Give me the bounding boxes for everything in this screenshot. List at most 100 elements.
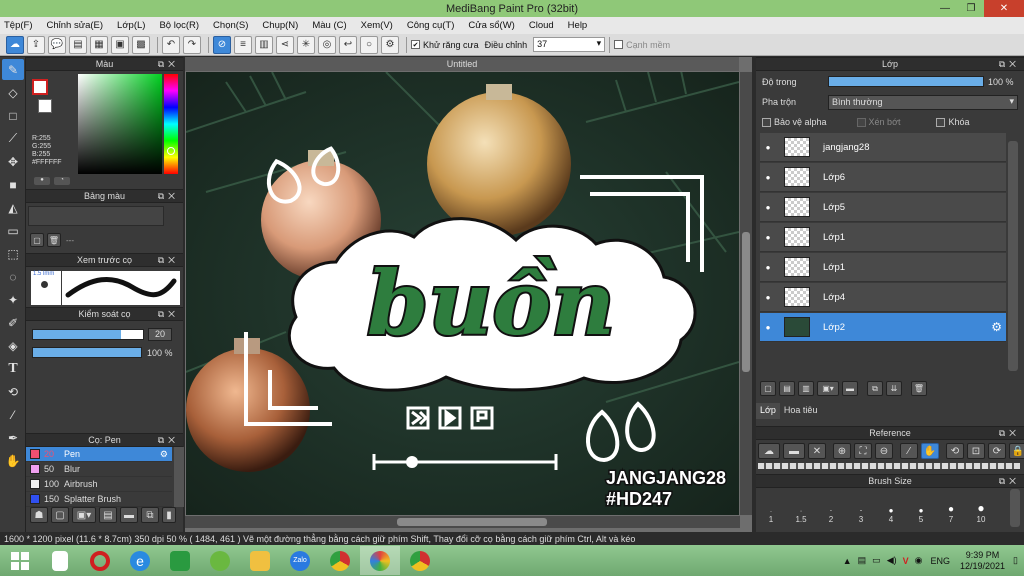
layer-row[interactable]: ● Lớp5 [760, 193, 1006, 222]
eye-icon[interactable]: ● [760, 293, 776, 302]
snap-grid-icon[interactable]: ▥ [255, 35, 273, 54]
adjust-select[interactable]: 37 [533, 37, 606, 52]
brush-item-splatter[interactable]: 150 Splatter Brush [26, 492, 172, 507]
store-icon[interactable] [160, 546, 200, 575]
foreground-color-swatch[interactable] [32, 79, 48, 95]
coccoc-icon[interactable] [200, 546, 240, 575]
tray-up-icon[interactable]: ▲ [843, 556, 852, 566]
snap-vanish-icon[interactable]: ⋖ [276, 35, 294, 54]
windows-start-icon[interactable] [0, 546, 40, 575]
menu-edit[interactable]: Chỉnh sửa(E) [47, 20, 104, 31]
menu-help[interactable]: Help [568, 20, 588, 31]
delete-layer-icon[interactable]: 🗑 [911, 381, 927, 396]
menu-cloud[interactable]: Cloud [529, 20, 554, 31]
move-tool-icon[interactable]: ✥ [2, 151, 24, 172]
brush-size-cell[interactable]: · 3 [846, 487, 876, 527]
folder-icon[interactable]: ▬ [842, 381, 858, 396]
brush-size-cell[interactable]: ● 10 [966, 487, 996, 527]
panel-controls-icon[interactable]: ⧉✕ [158, 191, 179, 202]
select-eraser-tool-icon[interactable]: ◈ [2, 335, 24, 356]
text-tool-icon[interactable]: T [2, 358, 24, 379]
language-indicator[interactable]: ENG [930, 556, 950, 566]
background-color-swatch[interactable] [38, 99, 52, 113]
panel-controls-icon[interactable]: ⧉✕ [999, 59, 1020, 70]
gear-icon[interactable]: ⚙ [991, 320, 1002, 334]
eyedropper-tool-icon[interactable]: ⁄ [2, 404, 24, 425]
snap-off-icon[interactable]: ⊘ [213, 35, 231, 54]
saturation-value-picker[interactable] [78, 74, 162, 174]
layer-row[interactable]: ● Lớp6 [760, 163, 1006, 192]
vietkey-icon[interactable]: V [903, 556, 909, 566]
battery-icon[interactable]: ▭ [872, 555, 881, 566]
delete-palette-icon[interactable]: 🗑 [47, 233, 61, 247]
soft-edge-checkbox[interactable] [614, 40, 624, 49]
page-icon[interactable]: ▤ [69, 35, 87, 54]
brush-size-cell[interactable]: ● 5 [906, 487, 936, 527]
menu-color[interactable]: Màu (C) [312, 20, 346, 31]
panel-controls-icon[interactable]: ⧉✕ [158, 255, 179, 266]
clock[interactable]: 9:39 PM 12/19/2021 [960, 550, 1005, 572]
hand-tool-icon[interactable]: ✋ [2, 450, 24, 471]
notification-icon[interactable]: ▯ [1013, 555, 1018, 566]
brush-size-cell[interactable]: · 1.5 [786, 487, 816, 527]
eye-icon[interactable]: ● [760, 143, 776, 152]
layer-add-menu-icon[interactable]: ▣▾ [817, 381, 839, 396]
operation-tool-icon[interactable]: ⟲ [2, 381, 24, 402]
internet-explorer-icon[interactable]: e [120, 546, 160, 575]
brush-list-scrollbar[interactable] [174, 447, 184, 507]
undo-icon[interactable]: ↶ [162, 35, 180, 54]
layer-row[interactable]: ● Lớp1 [760, 253, 1006, 282]
zalo-icon[interactable]: Zalo [280, 546, 320, 575]
horizontal-scrollbar[interactable] [185, 516, 740, 528]
eye-icon[interactable]: ● [760, 263, 776, 272]
eraser-tool-icon[interactable]: ◇ [2, 82, 24, 103]
new-color-layer-icon[interactable]: ▥ [798, 381, 814, 396]
hue-slider[interactable] [164, 74, 178, 174]
layer-row-selected[interactable]: ● Lớp2 ⚙ [760, 313, 1006, 342]
menu-layer[interactable]: Lớp(L) [117, 20, 145, 31]
fit-icon[interactable]: ⛶ [854, 443, 872, 459]
settings-icon[interactable]: ⚙ [381, 35, 399, 54]
menu-select[interactable]: Chọn(S) [213, 20, 248, 31]
horizontal-scroll-thumb[interactable] [397, 518, 547, 526]
redo-icon[interactable]: ↷ [183, 35, 201, 54]
menu-view[interactable]: Xem(V) [361, 20, 393, 31]
medibang-taskbar-icon[interactable] [360, 546, 400, 575]
eye-icon[interactable]: ● [760, 323, 776, 332]
cloud-download-icon[interactable]: ☁ [758, 443, 780, 459]
snap-ring-icon[interactable]: ○ [360, 35, 378, 54]
share-icon[interactable]: ⇪ [27, 35, 45, 54]
file-icon[interactable] [40, 546, 80, 575]
vertical-scroll-thumb[interactable] [742, 232, 750, 372]
brush-item-airbrush[interactable]: 100 Airbrush [26, 477, 172, 492]
add-brush-icon[interactable]: ☗ [30, 507, 48, 523]
hand-icon[interactable]: ✋ [921, 443, 939, 459]
eye-icon[interactable]: ● [760, 173, 776, 182]
panel-controls-icon[interactable]: ⧉✕ [999, 476, 1020, 487]
artwork-canvas[interactable]: buồn JANGJANG28 #HD247 [186, 72, 739, 515]
merge-layer-icon[interactable]: ⇊ [886, 381, 902, 396]
close-button[interactable]: ✕ [984, 0, 1024, 17]
magic-wand-tool-icon[interactable]: ✦ [2, 289, 24, 310]
document-icon[interactable]: ▦ [90, 35, 108, 54]
layer-opacity-bar[interactable] [829, 77, 983, 86]
rectangle-tool-icon[interactable]: □ [2, 105, 24, 126]
menu-filter[interactable]: Bộ lọc(R) [159, 20, 199, 31]
brush-item-blur[interactable]: 50 Blur [26, 462, 172, 477]
grid-dense-icon[interactable]: ▩ [132, 35, 150, 54]
clip-checkbox[interactable] [856, 117, 866, 127]
menu-snap[interactable]: Chụp(N) [262, 20, 298, 31]
new-palette-icon[interactable]: ▢ [30, 233, 44, 247]
select-pen-tool-icon[interactable]: ✐ [2, 312, 24, 333]
blend-mode-select[interactable]: Bình thường [828, 95, 1018, 110]
eyedropper-icon[interactable]: ⁄ [900, 443, 918, 459]
menu-tools[interactable]: Công cụ(T) [407, 20, 455, 31]
pen-tool-icon[interactable]: ✎ [2, 59, 24, 80]
snap-radial-icon[interactable]: ✳ [297, 35, 315, 54]
restore-button[interactable]: ❐ [958, 0, 984, 17]
brush-options-icon[interactable]: ▣▾ [72, 507, 96, 523]
layer-list-scrollbar[interactable] [1008, 141, 1018, 371]
wifi-icon[interactable]: ◉ [915, 555, 923, 566]
antialias-checkbox[interactable]: ✔ [411, 40, 420, 49]
brush-size-cell[interactable]: ● 4 [876, 487, 906, 527]
